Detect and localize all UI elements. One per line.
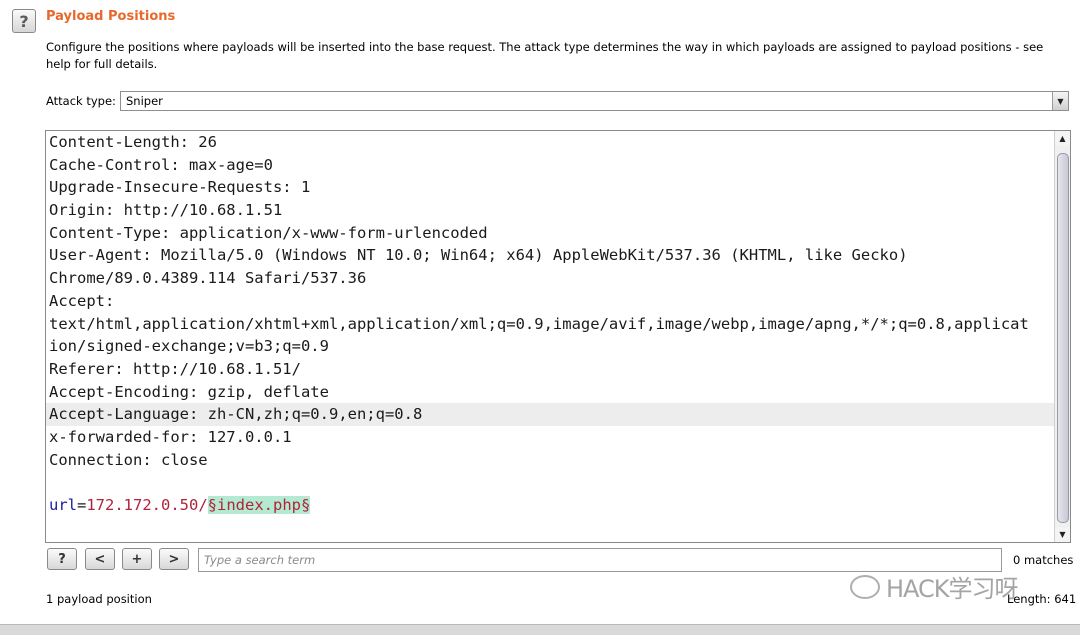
request-line: ion/signed-exchange;v=b3;q=0.9 (49, 337, 329, 356)
request-line: text/html,application/xhtml+xml,applicat… (49, 314, 1029, 333)
request-line: Upgrade-Insecure-Requests: 1 (49, 178, 311, 197)
section-title: Payload Positions (46, 9, 176, 24)
attack-type-label: Attack type: (46, 94, 116, 108)
add-option-button[interactable]: + (122, 548, 152, 570)
next-match-button[interactable]: > (159, 548, 189, 570)
bottom-strip (0, 624, 1080, 635)
request-line: Accept-Encoding: gzip, deflate (49, 382, 329, 401)
request-line: Content-Length: 26 (49, 133, 217, 151)
watermark: HACK学习呀 (850, 569, 1019, 604)
request-line: User-Agent: Mozilla/5.0 (Windows NT 10.0… (49, 246, 908, 265)
section-description: Configure the positions where payloads w… (46, 40, 1044, 71)
body-param-name: url (49, 496, 77, 514)
request-line: Connection: close (49, 450, 208, 469)
request-line: Cache-Control: max-age=0 (49, 155, 273, 174)
previous-match-button[interactable]: < (85, 548, 115, 570)
chevron-down-icon[interactable]: ▼ (1052, 92, 1068, 110)
payload-position-count: 1 payload position (46, 592, 152, 606)
request-editor[interactable]: Content-Length: 26 Cache-Control: max-ag… (45, 130, 1071, 543)
request-line-highlighted: Accept-Language: zh-CN,zh;q=0.9,en;q=0.8 (46, 403, 1056, 426)
request-lines: Content-Length: 26 Cache-Control: max-ag… (46, 131, 1056, 517)
attack-type-select[interactable]: Sniper ▼ (120, 91, 1069, 111)
request-line: Chrome/89.0.4389.114 Safari/537.36 (49, 269, 367, 288)
scroll-thumb[interactable] (1057, 153, 1069, 523)
editor-scrollbar[interactable]: ▲ ▼ (1054, 131, 1070, 542)
body-param-value: 172.172.0.50/ (86, 496, 208, 514)
body-equals: = (77, 496, 87, 514)
wechat-icon (850, 574, 880, 599)
scroll-up-icon[interactable]: ▲ (1055, 131, 1070, 146)
search-help-button[interactable]: ? (47, 548, 77, 570)
request-body-line: url=172.172.0.50/§index.php§ (46, 494, 1056, 517)
match-count: 0 matches (1013, 553, 1074, 567)
watermark-text: HACK学习呀 (886, 575, 1019, 603)
attack-type-value: Sniper (126, 94, 163, 108)
payload-marker[interactable]: §index.php§ (207, 496, 311, 514)
request-line: x-forwarded-for: 127.0.0.1 (49, 427, 292, 446)
request-line: Origin: http://10.68.1.51 (49, 201, 283, 220)
request-line: Accept: (49, 291, 115, 310)
request-line: Referer: http://10.68.1.51/ (49, 359, 301, 378)
help-button[interactable]: ? (12, 9, 36, 33)
request-line: Content-Type: application/x-www-form-url… (49, 223, 488, 242)
scroll-down-icon[interactable]: ▼ (1055, 527, 1070, 542)
